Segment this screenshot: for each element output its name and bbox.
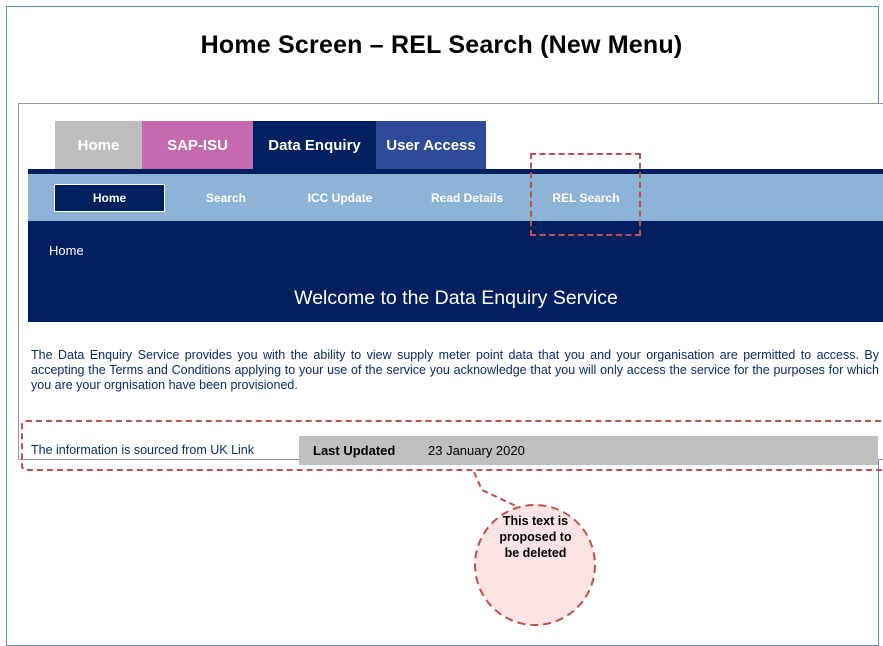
tab-user-access[interactable]: User Access: [376, 121, 486, 170]
tab-data-enquiry[interactable]: Data Enquiry: [253, 121, 376, 170]
tab-sap-isu[interactable]: SAP-ISU: [142, 121, 253, 170]
callout-line-2: proposed to: [499, 530, 572, 544]
tab-home[interactable]: Home: [55, 121, 142, 170]
subnav-item-icc-update[interactable]: ICC Update: [302, 184, 378, 212]
subnav-item-read-details[interactable]: Read Details: [425, 184, 509, 212]
slide-title: Home Screen – REL Search (New Menu): [200, 31, 683, 59]
subnav-item-search[interactable]: Search: [200, 184, 252, 212]
welcome-banner: Home Welcome to the Data Enquiry Service: [28, 223, 883, 322]
breadcrumb[interactable]: Home: [49, 243, 84, 258]
callout-text: This text is proposed to be deleted: [488, 513, 583, 561]
welcome-heading: Welcome to the Data Enquiry Service: [294, 287, 618, 309]
subnav-item-home[interactable]: Home: [54, 184, 165, 212]
top-tab-bar: Home SAP-ISU Data Enquiry User Access: [55, 121, 486, 170]
app-screenshot: Home SAP-ISU Data Enquiry User Access Ho…: [18, 103, 883, 465]
intro-paragraph: The Data Enquiry Service provides you wi…: [31, 348, 879, 392]
callout-line-1: This text is: [502, 514, 569, 528]
callout-line-3: be deleted: [504, 546, 567, 560]
deletion-highlight-box: [21, 420, 883, 471]
sub-nav-bar: Home Search ICC Update Read Details REL …: [28, 174, 883, 223]
rel-search-highlight-box: [530, 153, 641, 236]
